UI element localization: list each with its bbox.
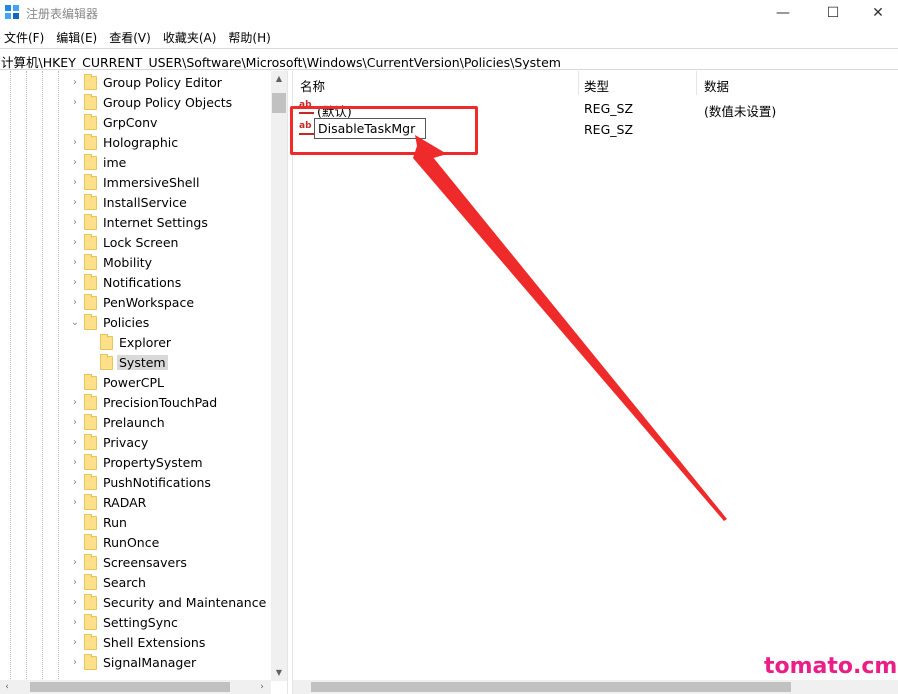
annotation-arrow [413,135,727,521]
watermark: tomato.cm [764,654,898,679]
